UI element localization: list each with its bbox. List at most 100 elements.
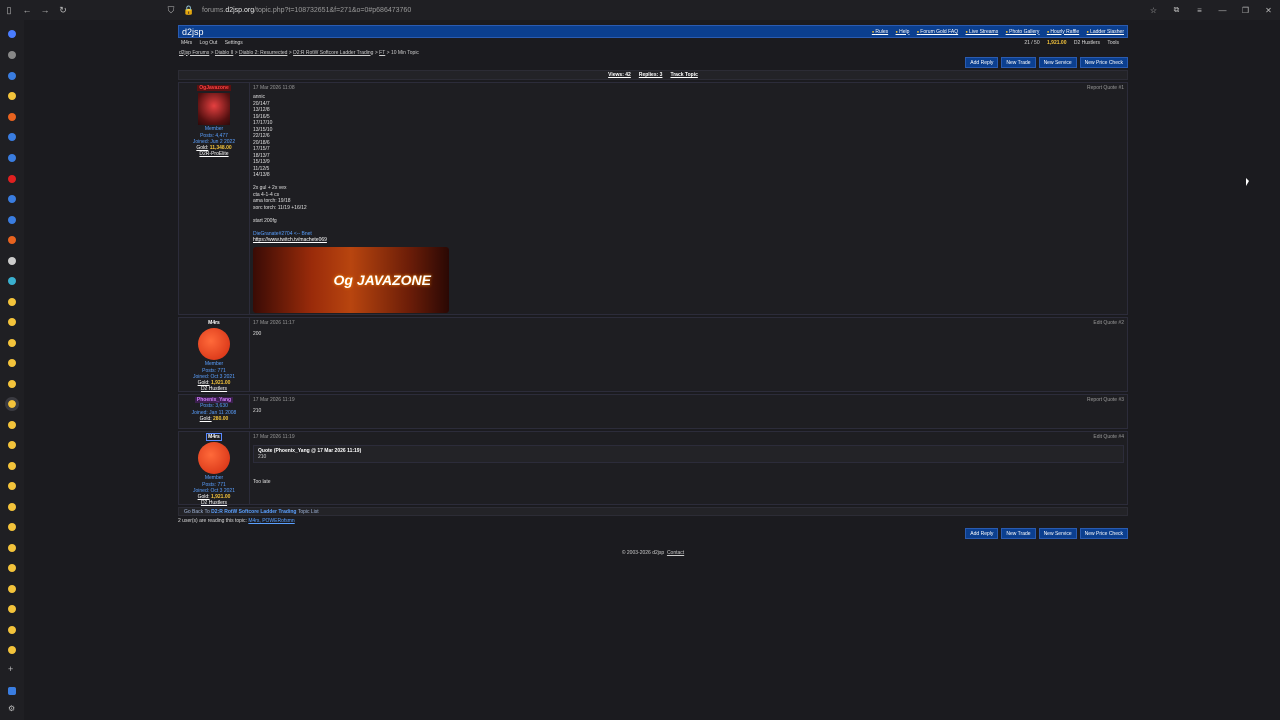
link-help[interactable]: Help [896, 29, 910, 35]
link-rules[interactable]: Rules [872, 29, 888, 35]
logout-link[interactable]: Log Out [200, 40, 218, 46]
sidebar-app-icon-active[interactable] [5, 397, 19, 411]
sidebar-app-icon[interactable] [8, 175, 16, 183]
link-live-streams[interactable]: Live Streams [965, 29, 998, 35]
forward-icon[interactable]: → [36, 0, 54, 20]
user-profile-link[interactable]: M4rs [181, 40, 192, 46]
sidebar-app-icon[interactable] [8, 339, 16, 347]
add-icon[interactable]: + [8, 665, 16, 674]
user-group[interactable]: D2 Hustlers [201, 500, 227, 506]
user-gold[interactable]: 1,921.00 [1047, 40, 1066, 46]
tools-link[interactable]: Tools [1107, 40, 1119, 46]
forum-link[interactable]: D2:R RotW Softcore Ladder Trading [211, 509, 296, 515]
sidebar-toggle-icon[interactable]: ▯ [0, 0, 18, 20]
topic-list-label[interactable]: Topic List [298, 509, 319, 515]
post-actions[interactable]: Edit Quote #2 [1093, 320, 1124, 327]
link-ladder-slasher[interactable]: Ladder Slasher [1087, 29, 1124, 35]
new-price-check-button[interactable]: New Price Check [1079, 57, 1128, 68]
extensions-icon[interactable]: ⧉ [1165, 5, 1188, 15]
breadcrumb-item[interactable]: Diablo 2: Resurrected [239, 50, 287, 56]
sidebar-app-icon[interactable] [8, 298, 16, 306]
sidebar-app-icon[interactable] [8, 133, 16, 141]
avatar[interactable] [198, 93, 230, 126]
sidebar-app-icon[interactable] [8, 564, 16, 572]
username[interactable]: Phoenix_Yang [194, 397, 234, 403]
breadcrumb-item[interactable]: d2jsp Forums [179, 50, 209, 56]
shield-icon[interactable]: ⛉ [162, 0, 180, 20]
maximize-icon[interactable]: ❐ [1234, 6, 1257, 15]
sidebar-app-icon[interactable] [8, 605, 16, 613]
new-price-check-button[interactable]: New Price Check [1079, 528, 1128, 539]
sidebar-app-icon[interactable] [8, 544, 16, 552]
sidebar-app-icon[interactable] [8, 462, 16, 470]
sidebar-app-icon[interactable] [8, 421, 16, 429]
add-reply-button[interactable]: Add Reply [965, 57, 999, 68]
post-actions[interactable]: Edit Quote #4 [1093, 434, 1124, 441]
user-group[interactable]: D2 Hustlers [201, 386, 227, 392]
new-trade-button[interactable]: New Trade [1001, 57, 1036, 68]
user-group[interactable]: D2R-ProElite [199, 151, 228, 157]
lock-icon[interactable]: 🔒 [180, 0, 198, 20]
minimize-icon[interactable]: — [1211, 6, 1234, 15]
new-service-button[interactable]: New Service [1038, 57, 1077, 68]
sidebar-app-icon[interactable] [8, 482, 16, 490]
avatar[interactable] [198, 442, 230, 475]
link-photo-gallery[interactable]: Photo Gallery [1006, 29, 1040, 35]
sidebar-app-icon[interactable] [8, 626, 16, 634]
breadcrumb-item[interactable]: Diablo II [215, 50, 233, 56]
sidebar-app-icon[interactable] [8, 216, 16, 224]
gold-label[interactable]: Gold: [198, 494, 210, 500]
add-reply-button[interactable]: Add Reply [965, 528, 999, 539]
sidebar-app-icon[interactable] [8, 236, 16, 244]
new-service-button[interactable]: New Service [1038, 528, 1077, 539]
sidebar-app-icon[interactable] [8, 30, 16, 38]
sidebar-app-icon[interactable] [8, 523, 16, 531]
settings-link[interactable]: Settings [225, 40, 243, 46]
sidebar-app-icon[interactable] [8, 72, 16, 80]
site-logo[interactable]: d2jsp [182, 27, 204, 37]
readers-list[interactable]: M4rs, POWERofsmn [248, 518, 294, 524]
gold-label[interactable]: Gold: [196, 145, 208, 151]
reload-icon[interactable]: ↻ [54, 0, 72, 20]
sidebar-app-icon[interactable] [8, 585, 16, 593]
back-icon[interactable]: ← [18, 0, 36, 20]
gear-icon[interactable]: ⚙ [8, 705, 16, 713]
address-bar[interactable]: forums.d2jsp.org/topic.php?t=108732651&f… [202, 7, 411, 14]
sidebar-app-icon[interactable] [8, 257, 16, 265]
link-gold-faq[interactable]: Forum Gold FAQ [917, 29, 958, 35]
avatar[interactable] [198, 328, 230, 361]
track-topic-link[interactable]: Track Topic [670, 72, 697, 78]
bookmark-icon[interactable]: ☆ [1142, 6, 1165, 15]
username[interactable]: M4rs [206, 433, 222, 441]
breadcrumb-item[interactable]: D2:R RotW Softcore Ladder Trading [293, 50, 373, 56]
link-hourly-raffle[interactable]: Hourly Raffle [1047, 29, 1079, 35]
post-actions[interactable]: Report Quote #3 [1087, 397, 1124, 404]
post-actions[interactable]: Report Quote #1 [1087, 85, 1124, 92]
sidebar-app-icon[interactable] [8, 92, 16, 100]
sidebar-app-icon[interactable] [8, 277, 16, 285]
post: M4rs Member Posts: 771 Joined: Oct 3 202… [178, 317, 1128, 392]
sidebar-app-icon[interactable] [8, 154, 16, 162]
new-trade-button[interactable]: New Trade [1001, 528, 1036, 539]
sidebar-app-icon[interactable] [8, 113, 16, 121]
sidebar-app-icon[interactable] [8, 646, 16, 654]
sidebar-app-icon[interactable] [8, 380, 16, 388]
sidebar-app-icon[interactable] [8, 359, 16, 367]
sidebar-app-icon[interactable] [8, 51, 16, 59]
close-icon[interactable]: ✕ [1257, 6, 1280, 15]
sidebar-app-icon[interactable] [8, 318, 16, 326]
message-count[interactable]: 21 / 50 [1024, 40, 1039, 46]
signature-twitch-link[interactable]: https://www.twitch.tv/machete069 [253, 237, 1124, 243]
user-group[interactable]: D2 Hustlers [1074, 40, 1100, 46]
sidebar-app-icon[interactable] [8, 195, 16, 203]
username[interactable]: OgJavazone [197, 85, 231, 91]
breadcrumb-item[interactable]: FT [379, 50, 385, 56]
menu-icon[interactable]: ≡ [1188, 6, 1211, 15]
gold-label[interactable]: Gold: [198, 380, 210, 386]
sidebar-app-icon[interactable] [8, 687, 16, 695]
gold-label[interactable]: Gold: [200, 416, 212, 422]
username[interactable]: M4rs [208, 320, 220, 326]
sidebar-app-icon[interactable] [8, 503, 16, 511]
sidebar-app-icon[interactable] [8, 441, 16, 449]
contact-link[interactable]: Contact [667, 550, 684, 556]
